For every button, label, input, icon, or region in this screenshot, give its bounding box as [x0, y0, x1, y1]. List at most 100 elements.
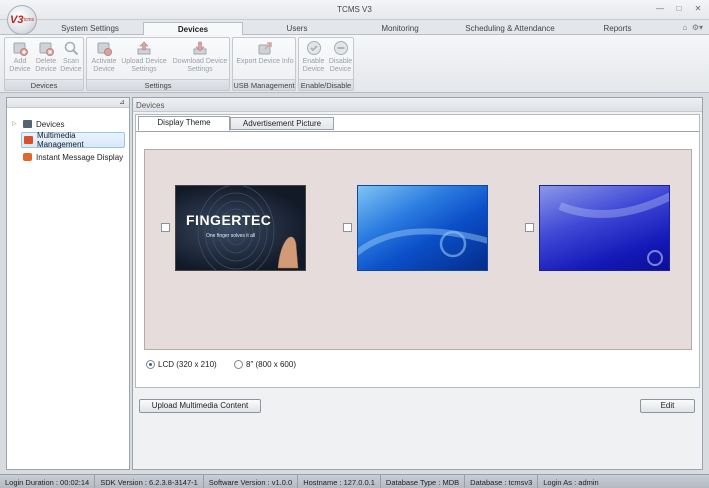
- enable-device-button[interactable]: Enable Device: [300, 40, 327, 74]
- download-icon: [193, 41, 207, 55]
- tree-item-devices[interactable]: Devices: [23, 116, 123, 132]
- lcd-radio[interactable]: [146, 360, 155, 369]
- tab-users[interactable]: Users: [272, 22, 322, 35]
- ribbon-group-settings-title: Settings: [87, 79, 229, 90]
- status-database: Database : tcmsv3: [465, 475, 539, 488]
- scan-device-label: Scan Device: [60, 58, 82, 73]
- message-icon: [23, 153, 32, 161]
- ribbon-group-enable-disable-title: Enable/Disable: [299, 79, 353, 90]
- status-hostname: Hostname : 127.0.0.1: [298, 475, 381, 488]
- close-button[interactable]: ✕: [692, 4, 704, 14]
- pin-icon[interactable]: ⊿: [119, 98, 125, 106]
- add-device-button[interactable]: Add Device: [7, 40, 33, 74]
- magnifier-icon: [64, 41, 79, 56]
- ribbon-group-enable-disable: Enable Device Disable Device Enable/Disa…: [298, 37, 354, 91]
- check-circle-icon: [306, 41, 321, 55]
- lcd-resolution-option[interactable]: LCD (320 x 210): [146, 360, 217, 369]
- tree-item-instant-message-label: Instant Message Display: [36, 152, 124, 162]
- theme-gallery: FINGERTEC One finger solves it all: [144, 149, 692, 350]
- navigation-panel-header: ⊿: [7, 98, 129, 108]
- status-database-type: Database Type : MDB: [381, 475, 466, 488]
- tree-item-devices-label: Devices: [36, 119, 65, 129]
- multimedia-icon: [24, 136, 33, 144]
- navigation-panel: ⊿ ▷ Devices Multimedia Management Instan…: [6, 97, 130, 470]
- window-title: TCMS V3: [337, 5, 372, 14]
- tree-item-multimedia-label: Multimedia Management: [36, 131, 84, 149]
- hand-shape: [277, 236, 299, 269]
- maximize-button[interactable]: □: [673, 4, 685, 14]
- upload-device-settings-button[interactable]: Upload Device Settings: [119, 40, 169, 74]
- settings-icon[interactable]: ⚙▾: [692, 23, 703, 32]
- upload-multimedia-content-button[interactable]: Upload Multimedia Content: [139, 399, 261, 413]
- status-sdk-version: SDK Version : 6.2.3.8-3147-1: [95, 475, 204, 488]
- theme-3-thumbnail[interactable]: [539, 185, 670, 271]
- theme-1-thumbnail[interactable]: FINGERTEC One finger solves it all: [175, 185, 306, 271]
- ribbon-group-devices-title: Devices: [5, 79, 83, 90]
- status-login-duration: Login Duration : 00:02:14: [0, 475, 96, 488]
- tab-devices[interactable]: Devices: [143, 22, 243, 36]
- status-software-version: Software Version : v1.0.0: [204, 475, 299, 488]
- theme-1-brand: FINGERTEC: [186, 212, 272, 228]
- status-bar: Login Duration : 00:02:14 SDK Version : …: [0, 474, 709, 488]
- download-device-settings-button[interactable]: Download Device Settings: [171, 40, 229, 74]
- activate-device-button[interactable]: Activate Device: [89, 40, 119, 74]
- disable-device-label: Disable Device: [328, 58, 353, 73]
- main-panel-header: Devices: [133, 98, 702, 112]
- export-device-info-button[interactable]: Export Device Info: [235, 40, 295, 66]
- tab-strip-divider: [136, 131, 699, 132]
- upload-device-settings-label: Upload Device Settings: [121, 58, 167, 73]
- status-login-as: Login As : admin: [543, 478, 599, 487]
- theme-3-checkbox[interactable]: [525, 223, 534, 232]
- minus-circle-icon: [333, 41, 348, 55]
- lcd-resolution-label: LCD (320 x 210): [158, 360, 217, 369]
- edit-button[interactable]: Edit: [640, 399, 695, 413]
- tree-item-multimedia-management[interactable]: Multimedia Management: [21, 131, 125, 149]
- ribbon: Add Device Delete Device Scan Device Dev…: [0, 35, 709, 93]
- delete-device-icon: [39, 42, 54, 56]
- app-logo[interactable]: V3 tcms: [7, 5, 37, 35]
- theme-2-thumbnail[interactable]: [357, 185, 488, 271]
- add-device-label: Add Device: [9, 58, 31, 73]
- activate-device-icon: [97, 42, 112, 56]
- help-icon[interactable]: ⌂: [683, 23, 688, 32]
- tab-display-theme[interactable]: Display Theme: [138, 116, 230, 131]
- device-icon: [23, 120, 32, 128]
- theme-settings-area: Display Theme Advertisement Picture FING…: [135, 114, 700, 388]
- download-device-settings-label: Download Device Settings: [172, 58, 228, 73]
- app-logo-text: V3: [9, 14, 24, 26]
- minimize-button[interactable]: —: [654, 4, 666, 14]
- eight-inch-resolution-label: 8" (800 x 600): [246, 360, 296, 369]
- scan-device-button[interactable]: Scan Device: [58, 40, 84, 74]
- disable-device-button[interactable]: Disable Device: [327, 40, 354, 74]
- app-logo-suffix: tcms: [23, 17, 35, 23]
- fingerprint-background: [197, 186, 299, 270]
- expand-icon[interactable]: ▷: [12, 120, 17, 127]
- tab-monitoring[interactable]: Monitoring: [370, 22, 430, 35]
- eight-inch-radio[interactable]: [234, 360, 243, 369]
- ribbon-group-usb-title: USB Management: [233, 79, 295, 90]
- tree-item-instant-message-display[interactable]: Instant Message Display: [23, 149, 127, 165]
- enable-device-label: Enable Device: [302, 58, 325, 73]
- delete-device-label: Delete Device: [35, 58, 57, 73]
- tab-system-settings[interactable]: System Settings: [50, 22, 130, 35]
- tab-scheduling-attendance[interactable]: Scheduling & Attendance: [460, 22, 560, 35]
- ribbon-group-settings: Activate Device Upload Device Settings D…: [86, 37, 230, 91]
- ribbon-tabs: System Settings Devices Users Monitoring…: [0, 20, 709, 36]
- theme-1-checkbox[interactable]: [161, 223, 170, 232]
- main-panel: Devices Display Theme Advertisement Pict…: [132, 97, 703, 470]
- title-bar: TCMS V3 — □ ✕: [0, 0, 709, 20]
- blue-swirl-graphic: [558, 192, 669, 266]
- tab-reports[interactable]: Reports: [595, 22, 640, 35]
- upload-icon: [137, 41, 151, 55]
- tab-advertisement-picture[interactable]: Advertisement Picture: [230, 117, 334, 130]
- theme-1-tagline: One finger solves it all: [206, 233, 256, 239]
- blue-wave-graphic: [358, 228, 487, 258]
- theme-2-checkbox[interactable]: [343, 223, 352, 232]
- ribbon-group-devices: Add Device Delete Device Scan Device Dev…: [4, 37, 84, 91]
- ribbon-options[interactable]: ⌂ ⚙▾: [683, 23, 703, 32]
- eight-inch-resolution-option[interactable]: 8" (800 x 600): [234, 360, 296, 369]
- ribbon-group-usb-management: Export Device Info USB Management: [232, 37, 296, 91]
- delete-device-button[interactable]: Delete Device: [33, 40, 59, 74]
- export-device-info-label: Export Device Info: [236, 58, 294, 65]
- activate-device-label: Activate Device: [91, 58, 117, 73]
